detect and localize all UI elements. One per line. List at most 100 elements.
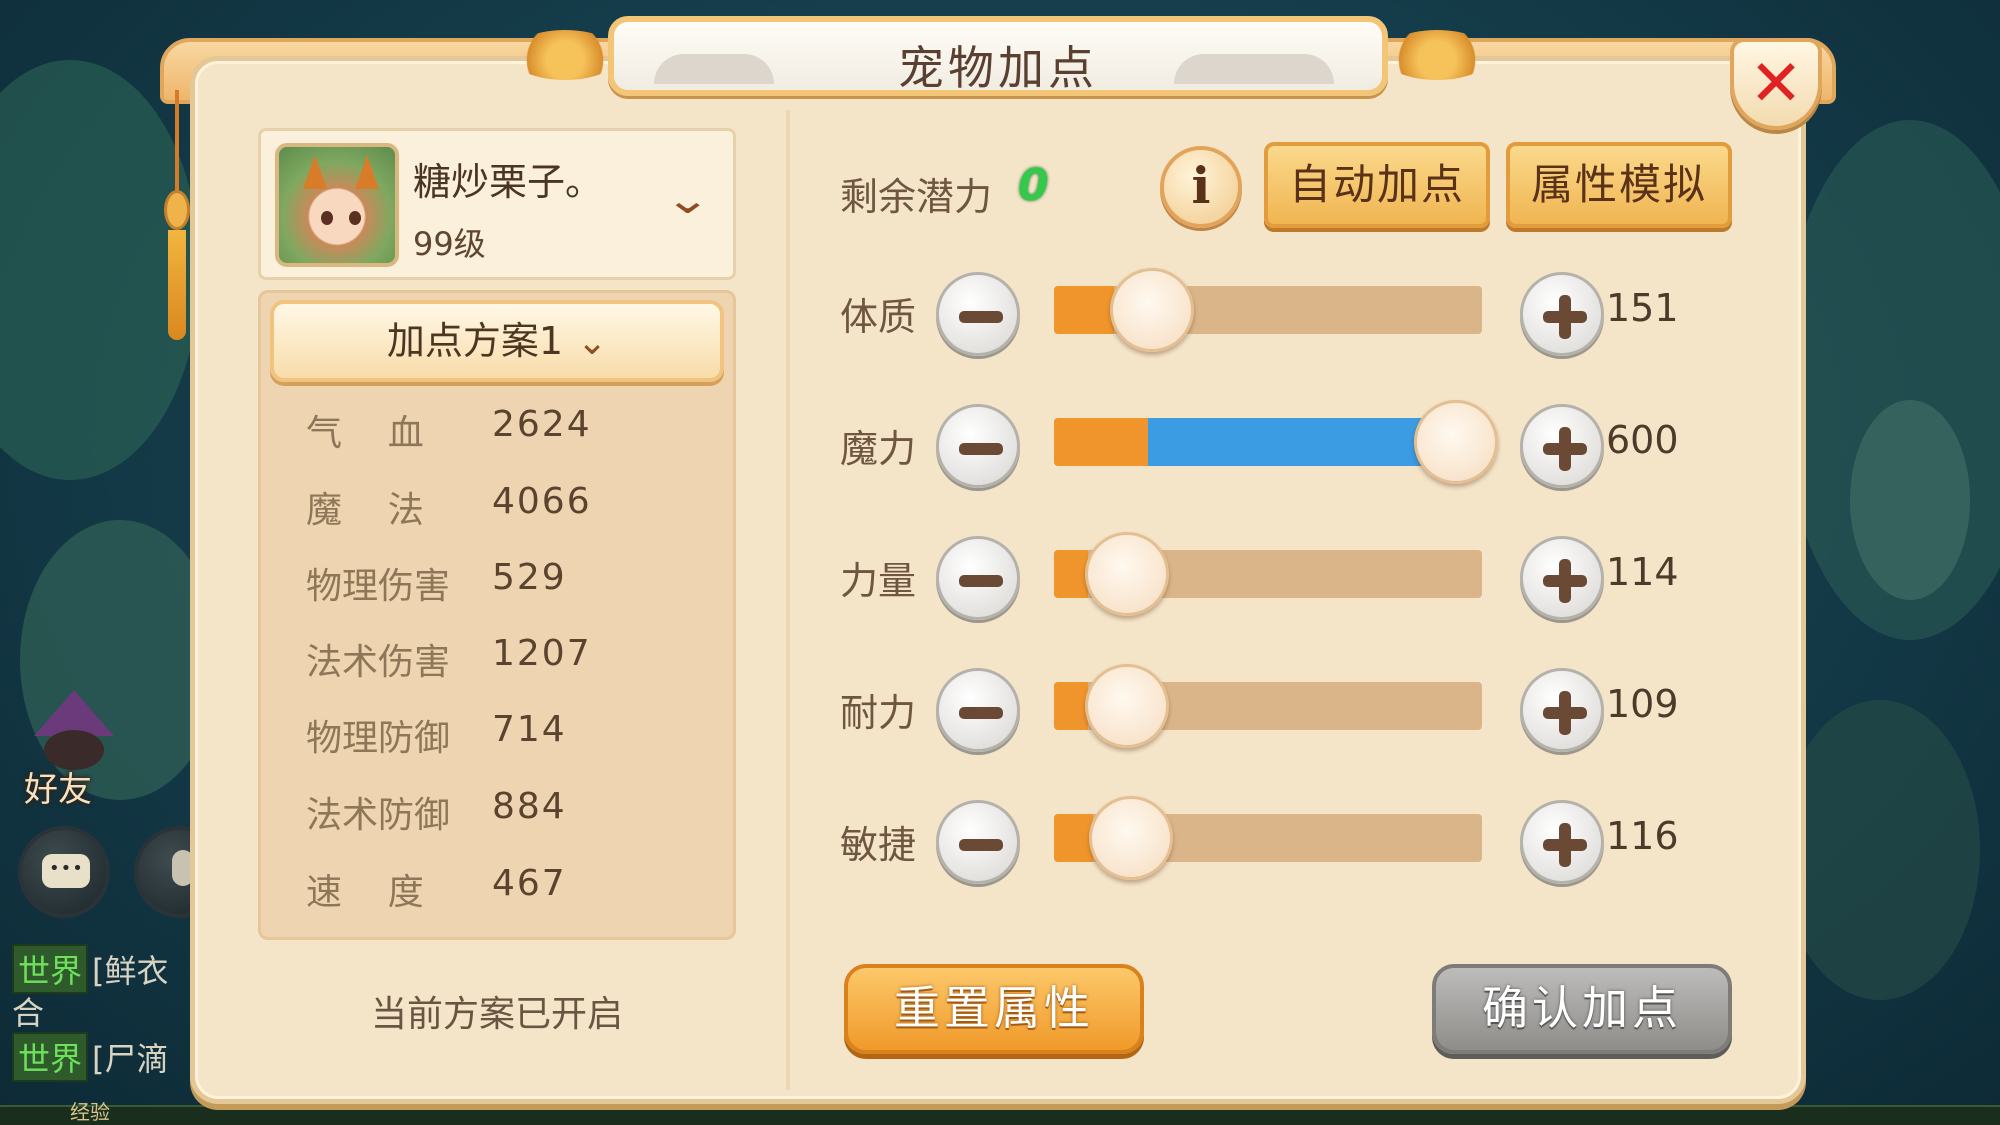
column-divider — [786, 110, 790, 1090]
background-shell — [1850, 400, 1970, 600]
auto-allocate-button[interactable]: 自动加点 — [1264, 142, 1490, 228]
chat-text: 合 — [12, 994, 45, 1032]
slider-knob[interactable] — [1414, 400, 1499, 484]
chat-message[interactable]: 合 — [12, 988, 44, 1034]
experience-label: 经验 — [70, 1100, 110, 1124]
slider-knob[interactable] — [1110, 268, 1195, 352]
decrease-button[interactable] — [936, 536, 1020, 620]
attribute-value: 151 — [1606, 286, 1679, 330]
stat-value: 884 — [492, 786, 567, 827]
minus-icon — [959, 707, 1003, 719]
increase-button[interactable] — [1520, 404, 1604, 488]
stat-row: 法术伤害 1207 — [306, 633, 706, 693]
plan-selector-button[interactable]: 加点方案1 ⌄ — [270, 300, 724, 382]
chat-channel-tag: 世界 — [12, 944, 89, 994]
attribute-value: 116 — [1606, 814, 1679, 858]
chevron-down-icon: ⌄ — [664, 177, 712, 223]
stat-label: 法术防御 — [306, 795, 451, 836]
info-icon: i — [1191, 156, 1211, 215]
increase-button[interactable] — [1520, 800, 1604, 884]
attribute-simulate-label: 属性模拟 — [1530, 160, 1707, 209]
increase-button[interactable] — [1520, 536, 1604, 620]
potential-value: 0 — [1018, 160, 1049, 211]
info-button[interactable]: i — [1160, 146, 1242, 228]
base-fill — [1054, 550, 1089, 598]
stat-row: 魔 法 4066 — [306, 481, 706, 541]
pet-level: 99级 — [413, 225, 486, 263]
stat-value: 529 — [492, 557, 567, 598]
attribute-row-constitution: 体质 151 — [840, 264, 1740, 364]
reset-attributes-label: 重置属性 — [894, 981, 1094, 1035]
attribute-simulate-button[interactable]: 属性模拟 — [1506, 142, 1732, 228]
base-fill — [1054, 286, 1114, 334]
slider-knob[interactable] — [1084, 664, 1169, 748]
allocated-fill — [1148, 418, 1448, 466]
decrease-button[interactable] — [936, 272, 1020, 356]
attribute-slider[interactable] — [1054, 664, 1482, 748]
slider-knob[interactable] — [1084, 532, 1169, 616]
decrease-button[interactable] — [936, 404, 1020, 488]
attribute-value: 109 — [1606, 682, 1679, 726]
chat-bubble-icon — [42, 854, 90, 888]
stat-value: 2624 — [492, 404, 592, 445]
increase-button[interactable] — [1520, 272, 1604, 356]
attribute-slider[interactable] — [1054, 796, 1482, 880]
close-icon: ✕ — [1749, 47, 1803, 121]
minus-icon — [959, 311, 1003, 323]
pet-name: 糖炒栗子。 — [413, 160, 604, 204]
attribute-row-endurance: 耐力 109 — [840, 660, 1740, 760]
tassel-ornament — [162, 90, 192, 340]
base-fill — [1054, 814, 1093, 862]
stat-value: 467 — [492, 863, 567, 904]
stat-label: 物理伤害 — [306, 566, 451, 607]
chat-text: [尸滴 — [92, 1040, 169, 1078]
decrease-button[interactable] — [936, 668, 1020, 752]
stat-row: 气 血 2624 — [306, 404, 706, 464]
slider-knob[interactable] — [1089, 796, 1174, 880]
pet-selector[interactable]: 糖炒栗子。 99级 ⌄ — [258, 128, 736, 280]
stat-row: 物理防御 714 — [306, 709, 706, 769]
stat-label: 速 度 — [306, 872, 424, 913]
chevron-down-icon: ⌄ — [577, 322, 608, 363]
base-fill — [1054, 682, 1089, 730]
reset-attributes-button[interactable]: 重置属性 — [844, 964, 1144, 1054]
increase-button[interactable] — [1520, 668, 1604, 752]
plan-selector-label: 加点方案1 — [386, 319, 563, 363]
close-button[interactable]: ✕ — [1730, 38, 1822, 130]
background-rock — [1780, 700, 1980, 1000]
chat-channel-tag: 世界 — [12, 1032, 89, 1082]
stat-label: 物理防御 — [306, 718, 451, 759]
stat-row: 物理伤害 529 — [306, 557, 706, 617]
decrease-button[interactable] — [936, 800, 1020, 884]
stat-value: 4066 — [492, 481, 592, 522]
friends-label: 好友 — [24, 770, 92, 810]
chat-text: [鲜衣 — [92, 952, 169, 990]
chat-message[interactable]: 世界 [尸滴 — [12, 1032, 169, 1082]
attribute-slider[interactable] — [1054, 268, 1482, 352]
chat-button[interactable] — [18, 826, 110, 918]
attribute-label: 敏捷 — [840, 823, 917, 867]
experience-bar — [0, 1105, 2000, 1125]
cloud-ornament-right — [1382, 30, 1492, 80]
attribute-slider[interactable] — [1054, 400, 1499, 484]
base-fill — [1054, 418, 1149, 466]
pet-avatar — [275, 143, 399, 267]
attribute-value: 600 — [1606, 418, 1679, 462]
stat-value: 1207 — [492, 633, 592, 674]
attribute-value: 114 — [1606, 550, 1679, 594]
attribute-slider[interactable] — [1054, 532, 1482, 616]
attribute-row-agility: 敏捷 116 — [840, 792, 1740, 892]
stat-value: 714 — [492, 709, 567, 750]
attribute-label: 魔力 — [840, 427, 917, 471]
stat-label: 气 血 — [306, 413, 424, 454]
minus-icon — [959, 443, 1003, 455]
friends-button[interactable]: 好友 — [14, 690, 124, 810]
chat-message[interactable]: 世界 [鲜衣 — [12, 944, 169, 994]
cloud-ornament-left — [510, 30, 620, 80]
confirm-points-button[interactable]: 确认加点 — [1432, 964, 1732, 1054]
title-plate: 宠物加点 — [608, 16, 1388, 96]
attribute-row-magic: 魔力 600 — [840, 396, 1740, 496]
stat-row: 法术防御 884 — [306, 786, 706, 846]
minus-icon — [959, 839, 1003, 851]
attribute-row-strength: 力量 114 — [840, 528, 1740, 628]
